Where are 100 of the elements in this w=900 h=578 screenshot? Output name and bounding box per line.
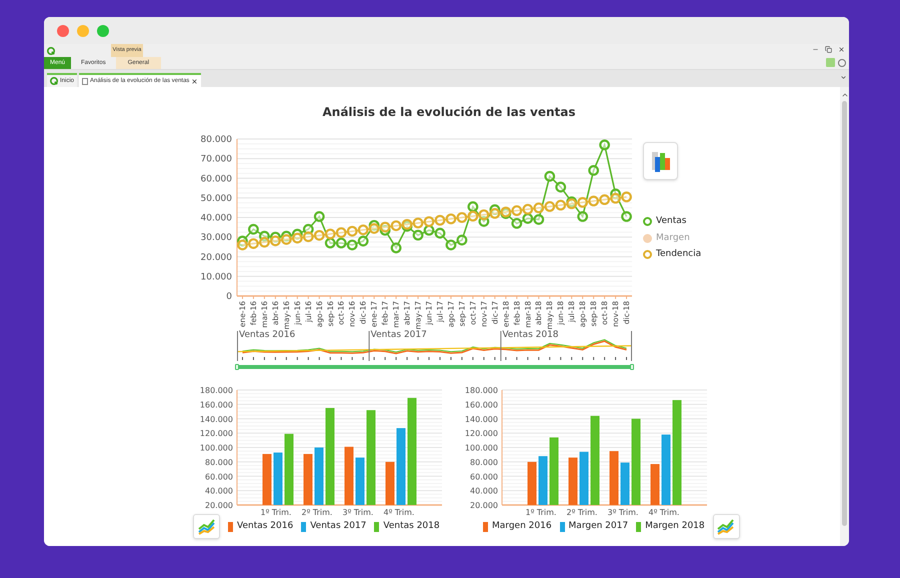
y-axis-label: 40.000 [205, 486, 233, 496]
x-axis-label: 4º Trim. [384, 508, 414, 517]
legend-item[interactable]: Tendencia [643, 248, 702, 262]
y-axis-label: 20.000 [470, 501, 498, 510]
y-axis-label: 180.000 [200, 386, 233, 395]
data-point [511, 205, 522, 216]
data-point [468, 210, 478, 222]
restore-icon[interactable] [825, 46, 832, 53]
chart-type-button[interactable] [193, 514, 220, 539]
data-point [336, 227, 347, 238]
slider-handle[interactable] [630, 364, 634, 370]
x-axis-label: 3º Trim. [608, 508, 638, 517]
bar [620, 462, 630, 505]
range-slider-track[interactable] [237, 365, 632, 369]
slider-handle[interactable] [235, 364, 239, 370]
data-point [522, 213, 534, 224]
bar [284, 434, 294, 505]
legend-label: Margen [656, 232, 690, 244]
line-chart-icon [717, 518, 736, 534]
data-point [259, 236, 270, 248]
data-point [434, 214, 446, 226]
bar [528, 462, 536, 505]
legend-item[interactable]: Ventas 2018 [374, 520, 440, 534]
x-axis-label: 2º Trim. [566, 508, 598, 517]
legend-label: Ventas 2017 [310, 520, 366, 533]
chart-type-button[interactable] [643, 142, 678, 180]
x-axis-label: 1º Trim. [260, 508, 292, 517]
chart-type-button[interactable] [712, 514, 740, 539]
y-axis-label: 80.000 [200, 135, 232, 145]
data-point [302, 224, 314, 235]
data-point [424, 224, 434, 236]
legend-label: Margen 2017 [568, 520, 628, 533]
y-axis-label: 20.000 [200, 252, 232, 263]
y-axis-label: 100.000 [200, 444, 233, 452]
legend-item[interactable]: Margen 2017 [560, 520, 628, 534]
y-axis-label: 50.000 [200, 194, 232, 204]
y-axis-label: 120.000 [464, 429, 498, 438]
minimize-window-button[interactable] [77, 24, 89, 36]
app-logo-icon [47, 47, 55, 55]
y-axis-label: 140.000 [200, 414, 233, 424]
app-logo-icon [50, 77, 58, 85]
y-axis-label: 30.000 [200, 233, 232, 244]
data-point [390, 220, 402, 232]
data-point [280, 234, 292, 245]
bar-chart-icon [650, 149, 672, 173]
y-axis-label: 160.000 [200, 400, 233, 410]
zoom-window-button[interactable] [97, 24, 109, 36]
bar [304, 454, 312, 505]
data-point [324, 228, 336, 240]
bar [356, 458, 364, 505]
y-axis-label: 20.000 [205, 501, 233, 510]
tab-list-icon[interactable] [840, 74, 847, 81]
data-point [478, 216, 490, 227]
bar [274, 452, 282, 505]
data-point [412, 218, 424, 228]
y-axis-label: 10.000 [200, 272, 232, 282]
data-point [533, 214, 544, 225]
data-point [577, 197, 588, 208]
legend-item[interactable]: Ventas [643, 215, 702, 228]
data-point [324, 238, 336, 248]
data-point [456, 212, 468, 223]
data-point [588, 165, 599, 176]
data-point [237, 240, 248, 250]
data-point [368, 223, 380, 234]
bar [650, 464, 660, 505]
close-tab-icon[interactable] [191, 78, 198, 84]
legend-label: Ventas [656, 215, 686, 228]
data-point [259, 230, 270, 242]
data-point [270, 235, 281, 246]
minimize-icon[interactable] [812, 46, 819, 53]
legend-item[interactable]: Margen 2018 [636, 520, 705, 534]
y-axis-label: 60.000 [470, 472, 498, 482]
line-chart-icon [198, 518, 216, 534]
scrollbar[interactable] [840, 87, 849, 546]
data-point [610, 192, 621, 204]
period-label: Ventas 2017 [370, 330, 427, 341]
bar [386, 462, 394, 505]
legend-item[interactable]: Ventas 2016 [228, 520, 294, 534]
data-point [248, 224, 259, 235]
data-point [292, 232, 303, 244]
legend-label: Ventas 2018 [383, 520, 440, 533]
data-point [621, 211, 632, 222]
legend-item[interactable]: Margen 2016 [483, 520, 552, 534]
y-axis-label: 40.000 [470, 486, 498, 496]
data-point [489, 208, 500, 219]
close-icon[interactable] [838, 46, 845, 53]
x-axis-label: 4º Trim. [648, 508, 680, 517]
data-point [358, 236, 369, 246]
legend-label: Tendencia [656, 248, 702, 261]
scroll-up-icon[interactable] [840, 91, 848, 99]
bar [550, 437, 558, 505]
data-point [446, 240, 456, 250]
legend-label: Margen 2016 [492, 520, 552, 533]
close-window-button[interactable] [57, 24, 69, 36]
report-title: Análisis de la evolución de las ventas [322, 104, 576, 121]
legend-label: Margen 2018 [645, 520, 705, 533]
y-axis-label: 160.000 [464, 400, 498, 410]
data-point [434, 228, 446, 239]
data-point [522, 204, 534, 215]
legend-item[interactable]: Ventas 2017 [301, 520, 366, 534]
